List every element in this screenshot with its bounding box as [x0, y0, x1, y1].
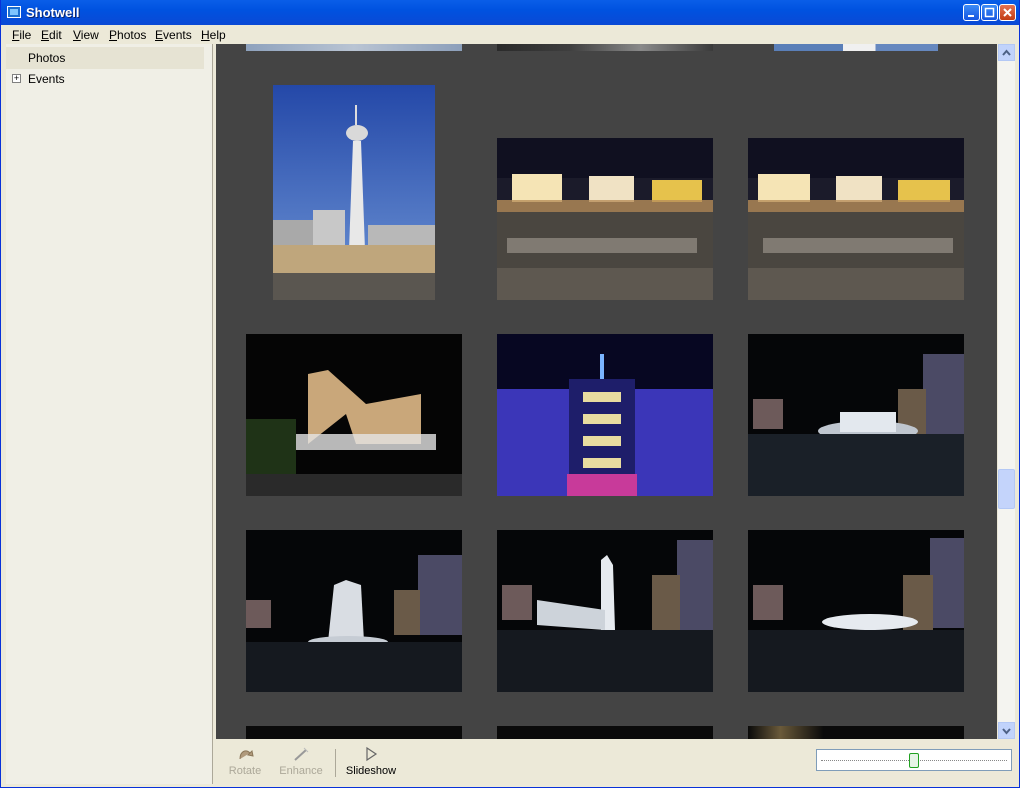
window-title: Shotwell: [26, 5, 80, 20]
scroll-down-button[interactable]: [998, 722, 1015, 739]
title-bar[interactable]: Shotwell: [1, 0, 1019, 25]
bottom-toolbar: Rotate Enhance Slideshow: [216, 739, 1016, 785]
minimize-icon: [968, 15, 974, 17]
close-icon: [1003, 8, 1012, 17]
photo-thumbnail[interactable]: [774, 44, 938, 51]
sidebar-item-label: Photos: [28, 51, 66, 65]
menu-bar: File Edit View Photos Events Help: [5, 25, 1017, 44]
sidebar: Photos + Events: [6, 44, 213, 784]
scrollbar-thumb[interactable]: [998, 469, 1015, 509]
slideshow-button[interactable]: Slideshow: [343, 745, 399, 781]
scroll-up-button[interactable]: [998, 44, 1015, 61]
slideshow-label: Slideshow: [345, 765, 397, 777]
photo-bellagio-fountain: [497, 530, 713, 692]
photo-mirage-hotel: [246, 334, 462, 496]
shotwell-window: Shotwell File Edit View Photos Events He…: [0, 0, 1020, 788]
menu-help[interactable]: Help: [201, 28, 226, 42]
arrow-down-icon: [1002, 728, 1011, 735]
sidebar-item-photos[interactable]: Photos: [6, 47, 204, 69]
photo-thumbnail[interactable]: [497, 726, 713, 739]
photo-thumbnail[interactable]: [273, 85, 435, 300]
zoom-slider-handle[interactable]: [909, 753, 919, 768]
app-icon: [7, 6, 21, 18]
photo-viewer: [216, 44, 997, 739]
enhance-button[interactable]: Enhance: [275, 745, 327, 781]
photo-thumbnail[interactable]: [748, 138, 964, 300]
photo-strip-night-skyline: [748, 138, 964, 300]
photo-imperial-palace: [497, 334, 713, 496]
expand-plus-icon[interactable]: +: [12, 74, 21, 83]
rotate-icon: [219, 745, 271, 763]
photo-thumbnail[interactable]: [246, 44, 462, 51]
sidebar-item-label: Events: [28, 72, 65, 86]
vertical-scrollbar[interactable]: [998, 44, 1015, 739]
photo-fountain-night: [748, 334, 964, 496]
photo-thumbnail[interactable]: [497, 334, 713, 496]
rotate-button[interactable]: Rotate: [219, 745, 271, 781]
enhance-label: Enhance: [279, 765, 323, 777]
maximize-icon: [984, 7, 995, 18]
photo-thumbnail[interactable]: [246, 334, 462, 496]
photo-thumbnail[interactable]: [246, 726, 462, 739]
menu-edit[interactable]: Edit: [41, 28, 62, 42]
maximize-button[interactable]: [981, 4, 998, 21]
menu-photos[interactable]: Photos: [109, 28, 146, 42]
photo-stratosphere-tower: [273, 85, 435, 300]
photo-thumbnail[interactable]: [497, 44, 713, 51]
photo-bellagio-fountain: [748, 530, 964, 692]
photo-thumbnail[interactable]: [497, 530, 713, 692]
photo-strip-night-skyline: [497, 138, 713, 300]
menu-events[interactable]: Events: [155, 28, 192, 42]
photo-thumbnail[interactable]: [497, 138, 713, 300]
close-button[interactable]: [999, 4, 1016, 21]
photo-bellagio-fountain: [246, 530, 462, 692]
photo-thumbnail[interactable]: [246, 530, 462, 692]
play-icon: [343, 745, 399, 763]
minimize-button[interactable]: [963, 4, 980, 21]
photo-thumbnail[interactable]: [748, 726, 964, 739]
menu-view[interactable]: View: [73, 28, 99, 42]
rotate-label: Rotate: [228, 765, 262, 777]
sidebar-item-events[interactable]: + Events: [6, 68, 204, 90]
magic-wand-icon: [275, 745, 327, 763]
arrow-up-icon: [1002, 49, 1011, 56]
zoom-slider[interactable]: [816, 749, 1012, 771]
photo-thumbnail[interactable]: [748, 530, 964, 692]
photo-thumbnail[interactable]: [748, 334, 964, 496]
menu-file[interactable]: File: [12, 28, 31, 42]
toolbar-separator: [335, 749, 336, 777]
